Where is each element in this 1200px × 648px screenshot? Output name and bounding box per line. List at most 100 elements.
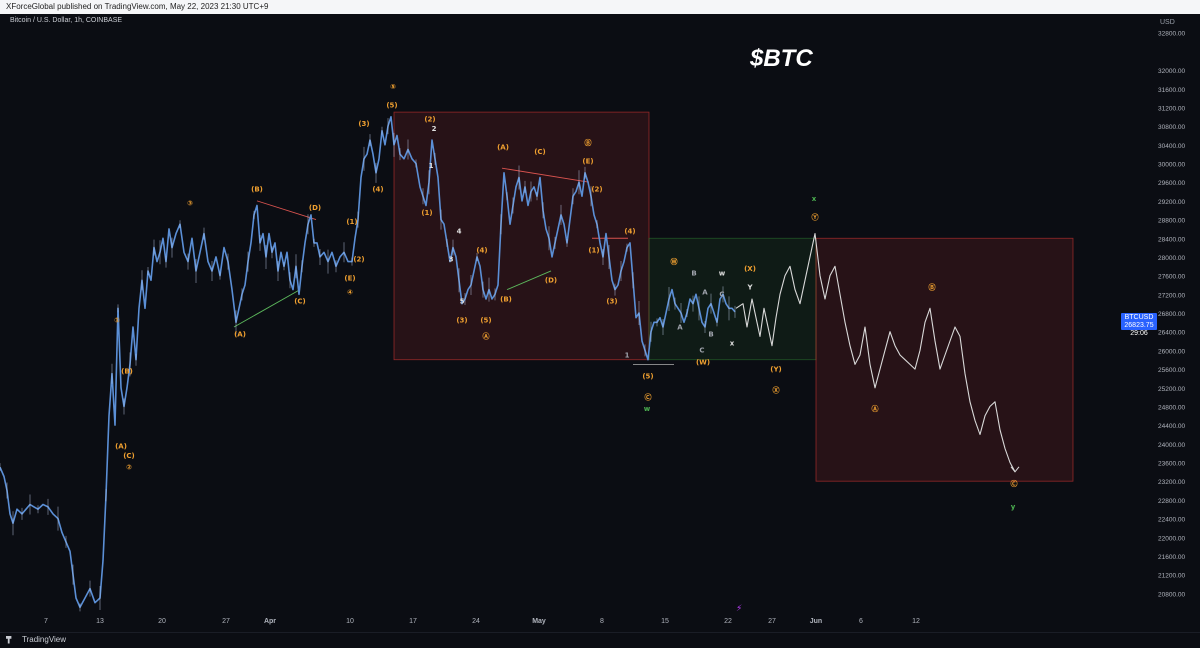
- y-axis: 32800.00 32000.00 31200.00 30400.00 29600.00…: [1158, 31, 1185, 599]
- wave-label-16: ⑤: [390, 83, 396, 91]
- y-tick-6: 28000.00: [1158, 255, 1185, 262]
- wave-label-44: A: [677, 323, 683, 331]
- y-tick-18: 30000.00: [1158, 162, 1185, 169]
- x-tick-14: 6: [859, 618, 863, 625]
- wave-label-28: Ⓐ: [483, 332, 490, 341]
- wave-label-59: Ⓑ: [929, 283, 936, 292]
- wave-label-51: w: [719, 270, 726, 278]
- wave-label-2: (A): [115, 442, 127, 450]
- x-tick-11: 22: [724, 618, 732, 625]
- wave-label-60: Ⓐ: [872, 404, 879, 413]
- wave-box-0: [393, 111, 650, 361]
- wave-label-3: (C): [123, 452, 135, 460]
- wave-label-24: (4): [476, 246, 487, 254]
- wave-label-4: ②: [126, 464, 132, 472]
- wave-label-5: ③: [187, 200, 193, 208]
- x-tick-10: 15: [661, 618, 669, 625]
- wave-label-49: C: [699, 347, 704, 355]
- y-tick-0: 32800.00: [1158, 31, 1185, 38]
- wave-label-18: (2): [424, 115, 435, 123]
- wave-label-37: (4): [624, 228, 635, 236]
- price-tag-countdown: 29:06: [1130, 330, 1148, 337]
- wave-label-55: (Y): [770, 365, 781, 373]
- x-tick-6: 17: [409, 618, 417, 625]
- wave-label-6: (B): [251, 186, 263, 194]
- lightning-icon[interactable]: ⚡: [736, 604, 742, 614]
- ticker-title: $BTC: [750, 45, 813, 72]
- y-tick-12: 23200.00: [1158, 479, 1185, 486]
- y-tick-26: 23600.00: [1158, 461, 1185, 468]
- wave-label-14: (3): [358, 120, 369, 128]
- wave-label-23: 3: [449, 256, 454, 264]
- wave-label-7: (D): [309, 204, 321, 212]
- wave-label-53: Y: [746, 284, 753, 292]
- wave-label-34: (D): [545, 277, 557, 285]
- wave-label-1: (B): [121, 368, 133, 376]
- wave-label-26: (3): [456, 316, 467, 324]
- wave-label-8: (A): [234, 330, 246, 338]
- wave-label-62: y: [1011, 503, 1016, 511]
- wave-label-54: x: [730, 340, 735, 348]
- y-tick-10: 24800.00: [1158, 404, 1185, 411]
- x-tick-4: Apr: [264, 618, 276, 625]
- y-tick-23: 26000.00: [1158, 348, 1185, 355]
- x-tick-0: 7: [44, 618, 48, 625]
- wave-label-42: w: [644, 405, 651, 413]
- y-tick-29: 21200.00: [1158, 573, 1185, 580]
- wave-label-36: (1): [588, 246, 599, 254]
- wave-label-47: B: [708, 330, 713, 338]
- wave-label-31: Ⓑ: [585, 138, 592, 147]
- y-tick-14: 21600.00: [1158, 554, 1185, 561]
- wave-label-12: (E): [344, 274, 355, 282]
- y-tick-11: 24000.00: [1158, 442, 1185, 449]
- x-tick-12: 27: [768, 618, 776, 625]
- wave-label-41: Ⓒ: [645, 392, 652, 401]
- y-tick-21: 27600.00: [1158, 274, 1185, 281]
- x-tick-15: 12: [912, 618, 920, 625]
- wave-label-57: x: [812, 195, 817, 203]
- y-tick-16: 31600.00: [1158, 87, 1185, 94]
- y-tick-22: 26800.00: [1158, 311, 1185, 318]
- y-tick-24: 25200.00: [1158, 386, 1185, 393]
- tradingview-logo-icon: [6, 635, 12, 644]
- wave-label-21: (1): [421, 209, 432, 217]
- wave-label-61: Ⓒ: [1011, 479, 1018, 488]
- y-tick-9: 25600.00: [1158, 367, 1185, 374]
- wave-label-27: (5): [480, 316, 491, 324]
- y-tick-8: 26400.00: [1158, 330, 1185, 337]
- wave-label-40: (5): [642, 372, 653, 380]
- publish-banner: XForceGlobal published on TradingView.co…: [0, 0, 1200, 14]
- wave-label-29: (A): [497, 143, 509, 151]
- wave-label-9: (C): [294, 298, 306, 306]
- wave-box-2: [815, 237, 1074, 482]
- publish-text: XForceGlobal published on TradingView.co…: [6, 2, 269, 11]
- x-tick-9: 8: [600, 618, 604, 625]
- wave-label-52: (X): [744, 265, 756, 273]
- wave-label-56: Ⓧ: [773, 385, 780, 394]
- trend-line-1: [233, 289, 301, 328]
- footer: TradingView: [0, 632, 1200, 648]
- price-chart[interactable]: ① (B) (A) (C) ② ③ (B) (D) (A) (C) (1) (2) (E) ④ (3) (4)…: [0, 14, 1200, 632]
- tradingview-logo[interactable]: TradingView: [6, 635, 66, 644]
- x-tick-8: May: [532, 618, 546, 625]
- trend-line-0: [256, 200, 317, 220]
- y-tick-25: 24400.00: [1158, 423, 1185, 430]
- wave-label-0: ①: [114, 316, 120, 324]
- wave-label-39: 1: [625, 351, 630, 359]
- price-tag-price: 26823.75: [1124, 322, 1154, 329]
- wave-label-22: 4: [457, 228, 462, 236]
- wave-label-32: (E): [582, 158, 593, 166]
- wave-boxes: [393, 111, 1074, 482]
- price-tag: BTCUSD 26823.75 29:06: [1121, 313, 1157, 337]
- y-tick-1: 32000.00: [1158, 68, 1185, 75]
- wave-label-33: (B): [500, 295, 512, 303]
- wave-label-45: B: [691, 270, 696, 278]
- x-tick-7: 24: [472, 618, 480, 625]
- y-tick-15: 20800.00: [1158, 591, 1185, 598]
- y-tick-5: 28800.00: [1158, 218, 1185, 225]
- y-tick-19: 29200.00: [1158, 199, 1185, 206]
- y-tick-17: 30800.00: [1158, 124, 1185, 131]
- y-tick-13: 22400.00: [1158, 517, 1185, 524]
- y-tick-28: 22000.00: [1158, 535, 1185, 542]
- wave-label-19: 2: [432, 125, 437, 133]
